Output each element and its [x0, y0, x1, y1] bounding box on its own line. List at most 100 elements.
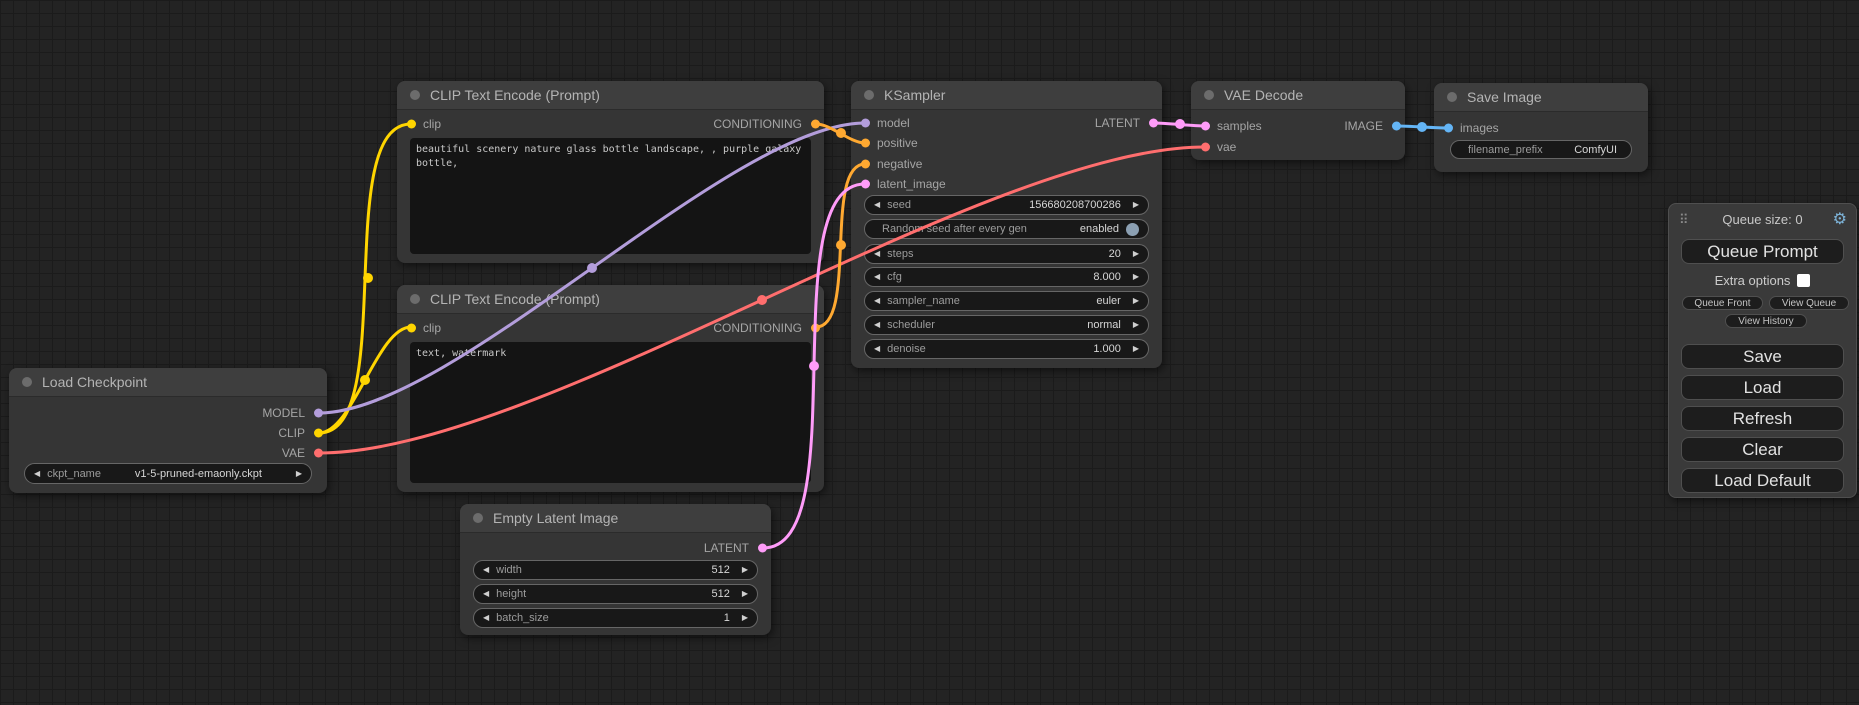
link-midpoint-dot	[363, 273, 373, 283]
port-row: model LATENT	[851, 113, 1162, 133]
node-title-bar[interactable]: Load Checkpoint	[9, 368, 327, 397]
view-queue-button[interactable]: View Queue	[1769, 296, 1849, 310]
node-title-bar[interactable]: Empty Latent Image	[460, 504, 771, 533]
widget-value: 20	[1109, 248, 1121, 260]
node-title-bar[interactable]: KSampler	[851, 81, 1162, 110]
scheduler-widget[interactable]: ◀ scheduler normal ▶	[864, 315, 1149, 335]
input-port-vae[interactable]	[1201, 143, 1210, 152]
output-port-clip[interactable]	[314, 429, 323, 438]
extra-options-checkbox[interactable]	[1797, 274, 1810, 287]
output-port-image[interactable]	[1392, 122, 1401, 131]
output-port-conditioning[interactable]	[811, 120, 820, 129]
extra-options-row: Extra options	[1669, 272, 1856, 288]
input-port-negative[interactable]	[861, 160, 870, 169]
sampler-name-widget[interactable]: ◀ sampler_name euler ▶	[864, 291, 1149, 311]
decrement-arrow-icon[interactable]: ◀	[874, 297, 880, 305]
refresh-button[interactable]: Refresh	[1681, 406, 1844, 431]
ckpt-name-widget[interactable]: ◀ ckpt_name v1-5-pruned-emaonly.ckpt ▶	[24, 463, 312, 484]
output-port-model[interactable]	[314, 409, 323, 418]
output-port-conditioning[interactable]	[811, 324, 820, 333]
save-button[interactable]: Save	[1681, 344, 1844, 369]
increment-arrow-icon[interactable]: ▶	[742, 566, 748, 574]
increment-arrow-icon[interactable]: ▶	[742, 614, 748, 622]
input-label: samples	[1217, 119, 1262, 133]
collapse-dot-icon[interactable]	[1447, 92, 1457, 102]
collapse-dot-icon[interactable]	[1204, 90, 1214, 100]
settings-gear-icon[interactable]: ⚙	[1833, 210, 1847, 230]
increment-arrow-icon[interactable]: ▶	[742, 590, 748, 598]
width-widget[interactable]: ◀ width 512 ▶	[473, 560, 758, 580]
port-row: latent_image	[851, 174, 1162, 194]
node-ksampler[interactable]: KSampler model LATENT positive negative …	[851, 81, 1162, 368]
decrement-arrow-icon[interactable]: ◀	[874, 201, 880, 209]
increment-arrow-icon[interactable]: ▶	[1133, 345, 1139, 353]
batch-size-widget[interactable]: ◀ batch_size 1 ▶	[473, 608, 758, 628]
filename-prefix-widget[interactable]: filename_prefix ComfyUI	[1450, 140, 1632, 159]
decrement-arrow-icon[interactable]: ◀	[34, 470, 40, 478]
node-graph-canvas[interactable]: Load Checkpoint MODEL CLIP VAE ◀ ckpt_na…	[0, 0, 1859, 705]
load-button[interactable]: Load	[1681, 375, 1844, 400]
node-title: CLIP Text Encode (Prompt)	[430, 291, 600, 307]
widget-label: filename_prefix	[1468, 144, 1543, 156]
input-port-samples[interactable]	[1201, 122, 1210, 131]
output-port-vae[interactable]	[314, 449, 323, 458]
queue-size-label: Queue size: 0	[1669, 212, 1856, 227]
decrement-arrow-icon[interactable]: ◀	[874, 345, 880, 353]
view-history-button[interactable]: View History	[1725, 314, 1807, 328]
input-port-latent-image[interactable]	[861, 180, 870, 189]
increment-arrow-icon[interactable]: ▶	[1133, 321, 1139, 329]
input-port-model[interactable]	[861, 119, 870, 128]
node-title-bar[interactable]: VAE Decode	[1191, 81, 1405, 110]
node-title-bar[interactable]: CLIP Text Encode (Prompt)	[397, 285, 824, 314]
output-port-latent[interactable]	[758, 544, 767, 553]
port-row: images	[1434, 118, 1648, 138]
increment-arrow-icon[interactable]: ▶	[1133, 250, 1139, 258]
collapse-dot-icon[interactable]	[22, 377, 32, 387]
increment-arrow-icon[interactable]: ▶	[1133, 201, 1139, 209]
increment-arrow-icon[interactable]: ▶	[1133, 273, 1139, 281]
load-default-button[interactable]: Load Default	[1681, 468, 1844, 493]
node-title-bar[interactable]: Save Image	[1434, 83, 1648, 112]
input-port-images[interactable]	[1444, 124, 1453, 133]
seed-widget[interactable]: ◀ seed 156680208700286 ▶	[864, 195, 1149, 215]
increment-arrow-icon[interactable]: ▶	[296, 470, 302, 478]
decrement-arrow-icon[interactable]: ◀	[483, 566, 489, 574]
prompt-textarea[interactable]: beautiful scenery nature glass bottle la…	[410, 138, 811, 254]
clear-button[interactable]: Clear	[1681, 437, 1844, 462]
widget-value: 156680208700286	[1029, 199, 1121, 211]
denoise-widget[interactable]: ◀ denoise 1.000 ▶	[864, 339, 1149, 359]
input-port-positive[interactable]	[861, 139, 870, 148]
input-port-clip[interactable]	[407, 324, 416, 333]
node-clip-text-encode-negative[interactable]: CLIP Text Encode (Prompt) clip CONDITION…	[397, 285, 824, 492]
queue-prompt-button[interactable]: Queue Prompt	[1681, 239, 1844, 264]
collapse-dot-icon[interactable]	[864, 90, 874, 100]
node-vae-decode[interactable]: VAE Decode samples IMAGE vae	[1191, 81, 1405, 160]
node-clip-text-encode-positive[interactable]: CLIP Text Encode (Prompt) clip CONDITION…	[397, 81, 824, 263]
input-port-clip[interactable]	[407, 120, 416, 129]
output-port-latent[interactable]	[1149, 119, 1158, 128]
toggle-knob-icon[interactable]	[1126, 223, 1139, 236]
decrement-arrow-icon[interactable]: ◀	[483, 590, 489, 598]
node-save-image[interactable]: Save Image images filename_prefix ComfyU…	[1434, 83, 1648, 172]
node-load-checkpoint[interactable]: Load Checkpoint MODEL CLIP VAE ◀ ckpt_na…	[9, 368, 327, 493]
collapse-dot-icon[interactable]	[410, 90, 420, 100]
decrement-arrow-icon[interactable]: ◀	[874, 250, 880, 258]
decrement-arrow-icon[interactable]: ◀	[483, 614, 489, 622]
collapse-dot-icon[interactable]	[410, 294, 420, 304]
steps-widget[interactable]: ◀ steps 20 ▶	[864, 244, 1149, 264]
node-title: VAE Decode	[1224, 87, 1303, 103]
cfg-widget[interactable]: ◀ cfg 8.000 ▶	[864, 267, 1149, 287]
node-title-bar[interactable]: CLIP Text Encode (Prompt)	[397, 81, 824, 110]
collapse-dot-icon[interactable]	[473, 513, 483, 523]
height-widget[interactable]: ◀ height 512 ▶	[473, 584, 758, 604]
increment-arrow-icon[interactable]: ▶	[1133, 297, 1139, 305]
prompt-textarea[interactable]: text, watermark	[410, 342, 811, 483]
random-seed-toggle-widget[interactable]: Random seed after every gen enabled	[864, 219, 1149, 239]
decrement-arrow-icon[interactable]: ◀	[874, 273, 880, 281]
queue-front-button[interactable]: Queue Front	[1682, 296, 1763, 310]
decrement-arrow-icon[interactable]: ◀	[874, 321, 880, 329]
node-empty-latent-image[interactable]: Empty Latent Image LATENT ◀ width 512 ▶ …	[460, 504, 771, 635]
output-label: MODEL	[262, 406, 305, 420]
output-label: CONDITIONING	[713, 117, 802, 131]
link-midpoint-dot	[1417, 122, 1427, 132]
